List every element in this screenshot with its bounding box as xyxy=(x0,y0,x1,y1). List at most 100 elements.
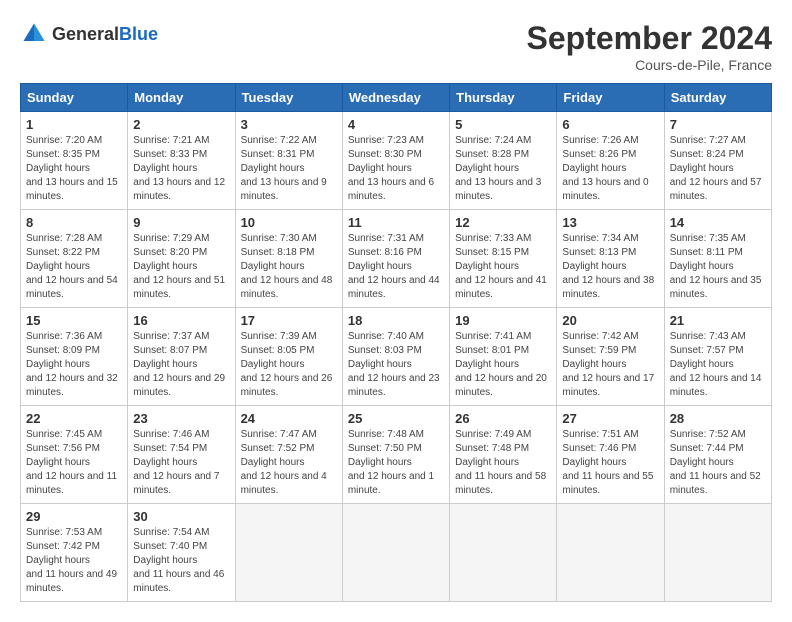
day-number: 24 xyxy=(241,411,337,426)
page-header: GeneralBlue September 2024 Cours-de-Pile… xyxy=(20,20,772,73)
day-info: Sunrise: 7:22 AM Sunset: 8:31 PM Dayligh… xyxy=(241,134,337,204)
day-number: 5 xyxy=(455,117,551,132)
day-number: 16 xyxy=(133,313,229,328)
day-info: Sunrise: 7:46 AM Sunset: 7:54 PM Dayligh… xyxy=(133,428,229,498)
day-number: 13 xyxy=(562,215,658,230)
day-cell: 11 Sunrise: 7:31 AM Sunset: 8:16 PM Dayl… xyxy=(342,210,449,308)
day-info: Sunrise: 7:49 AM Sunset: 7:48 PM Dayligh… xyxy=(455,428,551,498)
day-info: Sunrise: 7:34 AM Sunset: 8:13 PM Dayligh… xyxy=(562,232,658,302)
day-cell: 13 Sunrise: 7:34 AM Sunset: 8:13 PM Dayl… xyxy=(557,210,664,308)
day-info: Sunrise: 7:52 AM Sunset: 7:44 PM Dayligh… xyxy=(670,428,766,498)
day-cell: 7 Sunrise: 7:27 AM Sunset: 8:24 PM Dayli… xyxy=(664,112,771,210)
day-number: 11 xyxy=(348,215,444,230)
day-number: 28 xyxy=(670,411,766,426)
day-info: Sunrise: 7:51 AM Sunset: 7:46 PM Dayligh… xyxy=(562,428,658,498)
day-info: Sunrise: 7:24 AM Sunset: 8:28 PM Dayligh… xyxy=(455,134,551,204)
week-row-3: 15 Sunrise: 7:36 AM Sunset: 8:09 PM Dayl… xyxy=(21,308,772,406)
day-cell xyxy=(235,504,342,602)
day-cell: 30 Sunrise: 7:54 AM Sunset: 7:40 PM Dayl… xyxy=(128,504,235,602)
day-info: Sunrise: 7:43 AM Sunset: 7:57 PM Dayligh… xyxy=(670,330,766,400)
day-number: 26 xyxy=(455,411,551,426)
day-number: 17 xyxy=(241,313,337,328)
day-number: 30 xyxy=(133,509,229,524)
day-cell: 12 Sunrise: 7:33 AM Sunset: 8:15 PM Dayl… xyxy=(450,210,557,308)
day-number: 9 xyxy=(133,215,229,230)
day-info: Sunrise: 7:36 AM Sunset: 8:09 PM Dayligh… xyxy=(26,330,122,400)
day-info: Sunrise: 7:31 AM Sunset: 8:16 PM Dayligh… xyxy=(348,232,444,302)
header-wednesday: Wednesday xyxy=(342,84,449,112)
day-info: Sunrise: 7:39 AM Sunset: 8:05 PM Dayligh… xyxy=(241,330,337,400)
day-number: 27 xyxy=(562,411,658,426)
day-info: Sunrise: 7:48 AM Sunset: 7:50 PM Dayligh… xyxy=(348,428,444,498)
location: Cours-de-Pile, France xyxy=(527,57,772,73)
weekday-header-row: Sunday Monday Tuesday Wednesday Thursday… xyxy=(21,84,772,112)
week-row-2: 8 Sunrise: 7:28 AM Sunset: 8:22 PM Dayli… xyxy=(21,210,772,308)
day-number: 15 xyxy=(26,313,122,328)
day-number: 14 xyxy=(670,215,766,230)
day-number: 19 xyxy=(455,313,551,328)
header-sunday: Sunday xyxy=(21,84,128,112)
day-number: 22 xyxy=(26,411,122,426)
day-cell: 14 Sunrise: 7:35 AM Sunset: 8:11 PM Dayl… xyxy=(664,210,771,308)
day-cell: 29 Sunrise: 7:53 AM Sunset: 7:42 PM Dayl… xyxy=(21,504,128,602)
day-number: 20 xyxy=(562,313,658,328)
day-cell: 28 Sunrise: 7:52 AM Sunset: 7:44 PM Dayl… xyxy=(664,406,771,504)
week-row-4: 22 Sunrise: 7:45 AM Sunset: 7:56 PM Dayl… xyxy=(21,406,772,504)
day-info: Sunrise: 7:29 AM Sunset: 8:20 PM Dayligh… xyxy=(133,232,229,302)
day-cell: 9 Sunrise: 7:29 AM Sunset: 8:20 PM Dayli… xyxy=(128,210,235,308)
day-number: 7 xyxy=(670,117,766,132)
day-info: Sunrise: 7:45 AM Sunset: 7:56 PM Dayligh… xyxy=(26,428,122,498)
day-cell: 20 Sunrise: 7:42 AM Sunset: 7:59 PM Dayl… xyxy=(557,308,664,406)
day-info: Sunrise: 7:27 AM Sunset: 8:24 PM Dayligh… xyxy=(670,134,766,204)
week-row-1: 1 Sunrise: 7:20 AM Sunset: 8:35 PM Dayli… xyxy=(21,112,772,210)
day-cell: 1 Sunrise: 7:20 AM Sunset: 8:35 PM Dayli… xyxy=(21,112,128,210)
logo-general: General xyxy=(52,24,119,44)
day-info: Sunrise: 7:53 AM Sunset: 7:42 PM Dayligh… xyxy=(26,526,122,596)
header-tuesday: Tuesday xyxy=(235,84,342,112)
day-number: 3 xyxy=(241,117,337,132)
day-info: Sunrise: 7:37 AM Sunset: 8:07 PM Dayligh… xyxy=(133,330,229,400)
day-cell xyxy=(450,504,557,602)
day-info: Sunrise: 7:41 AM Sunset: 8:01 PM Dayligh… xyxy=(455,330,551,400)
day-cell: 3 Sunrise: 7:22 AM Sunset: 8:31 PM Dayli… xyxy=(235,112,342,210)
day-info: Sunrise: 7:26 AM Sunset: 8:26 PM Dayligh… xyxy=(562,134,658,204)
header-monday: Monday xyxy=(128,84,235,112)
day-info: Sunrise: 7:33 AM Sunset: 8:15 PM Dayligh… xyxy=(455,232,551,302)
header-saturday: Saturday xyxy=(664,84,771,112)
day-cell: 27 Sunrise: 7:51 AM Sunset: 7:46 PM Dayl… xyxy=(557,406,664,504)
logo-blue: Blue xyxy=(119,24,158,44)
day-number: 21 xyxy=(670,313,766,328)
day-number: 2 xyxy=(133,117,229,132)
day-cell: 19 Sunrise: 7:41 AM Sunset: 8:01 PM Dayl… xyxy=(450,308,557,406)
day-cell: 24 Sunrise: 7:47 AM Sunset: 7:52 PM Dayl… xyxy=(235,406,342,504)
day-cell: 10 Sunrise: 7:30 AM Sunset: 8:18 PM Dayl… xyxy=(235,210,342,308)
month-title: September 2024 xyxy=(527,20,772,57)
day-cell xyxy=(342,504,449,602)
day-cell: 6 Sunrise: 7:26 AM Sunset: 8:26 PM Dayli… xyxy=(557,112,664,210)
day-cell xyxy=(664,504,771,602)
day-info: Sunrise: 7:28 AM Sunset: 8:22 PM Dayligh… xyxy=(26,232,122,302)
day-info: Sunrise: 7:35 AM Sunset: 8:11 PM Dayligh… xyxy=(670,232,766,302)
day-cell: 5 Sunrise: 7:24 AM Sunset: 8:28 PM Dayli… xyxy=(450,112,557,210)
day-cell: 22 Sunrise: 7:45 AM Sunset: 7:56 PM Dayl… xyxy=(21,406,128,504)
day-info: Sunrise: 7:30 AM Sunset: 8:18 PM Dayligh… xyxy=(241,232,337,302)
logo-icon xyxy=(20,20,48,48)
day-info: Sunrise: 7:20 AM Sunset: 8:35 PM Dayligh… xyxy=(26,134,122,204)
day-cell: 4 Sunrise: 7:23 AM Sunset: 8:30 PM Dayli… xyxy=(342,112,449,210)
day-number: 23 xyxy=(133,411,229,426)
day-cell xyxy=(557,504,664,602)
day-cell: 17 Sunrise: 7:39 AM Sunset: 8:05 PM Dayl… xyxy=(235,308,342,406)
day-number: 6 xyxy=(562,117,658,132)
day-info: Sunrise: 7:47 AM Sunset: 7:52 PM Dayligh… xyxy=(241,428,337,498)
day-cell: 8 Sunrise: 7:28 AM Sunset: 8:22 PM Dayli… xyxy=(21,210,128,308)
day-info: Sunrise: 7:23 AM Sunset: 8:30 PM Dayligh… xyxy=(348,134,444,204)
day-cell: 2 Sunrise: 7:21 AM Sunset: 8:33 PM Dayli… xyxy=(128,112,235,210)
day-number: 10 xyxy=(241,215,337,230)
title-block: September 2024 Cours-de-Pile, France xyxy=(527,20,772,73)
day-number: 1 xyxy=(26,117,122,132)
day-number: 8 xyxy=(26,215,122,230)
day-number: 29 xyxy=(26,509,122,524)
day-number: 12 xyxy=(455,215,551,230)
day-info: Sunrise: 7:21 AM Sunset: 8:33 PM Dayligh… xyxy=(133,134,229,204)
day-info: Sunrise: 7:42 AM Sunset: 7:59 PM Dayligh… xyxy=(562,330,658,400)
